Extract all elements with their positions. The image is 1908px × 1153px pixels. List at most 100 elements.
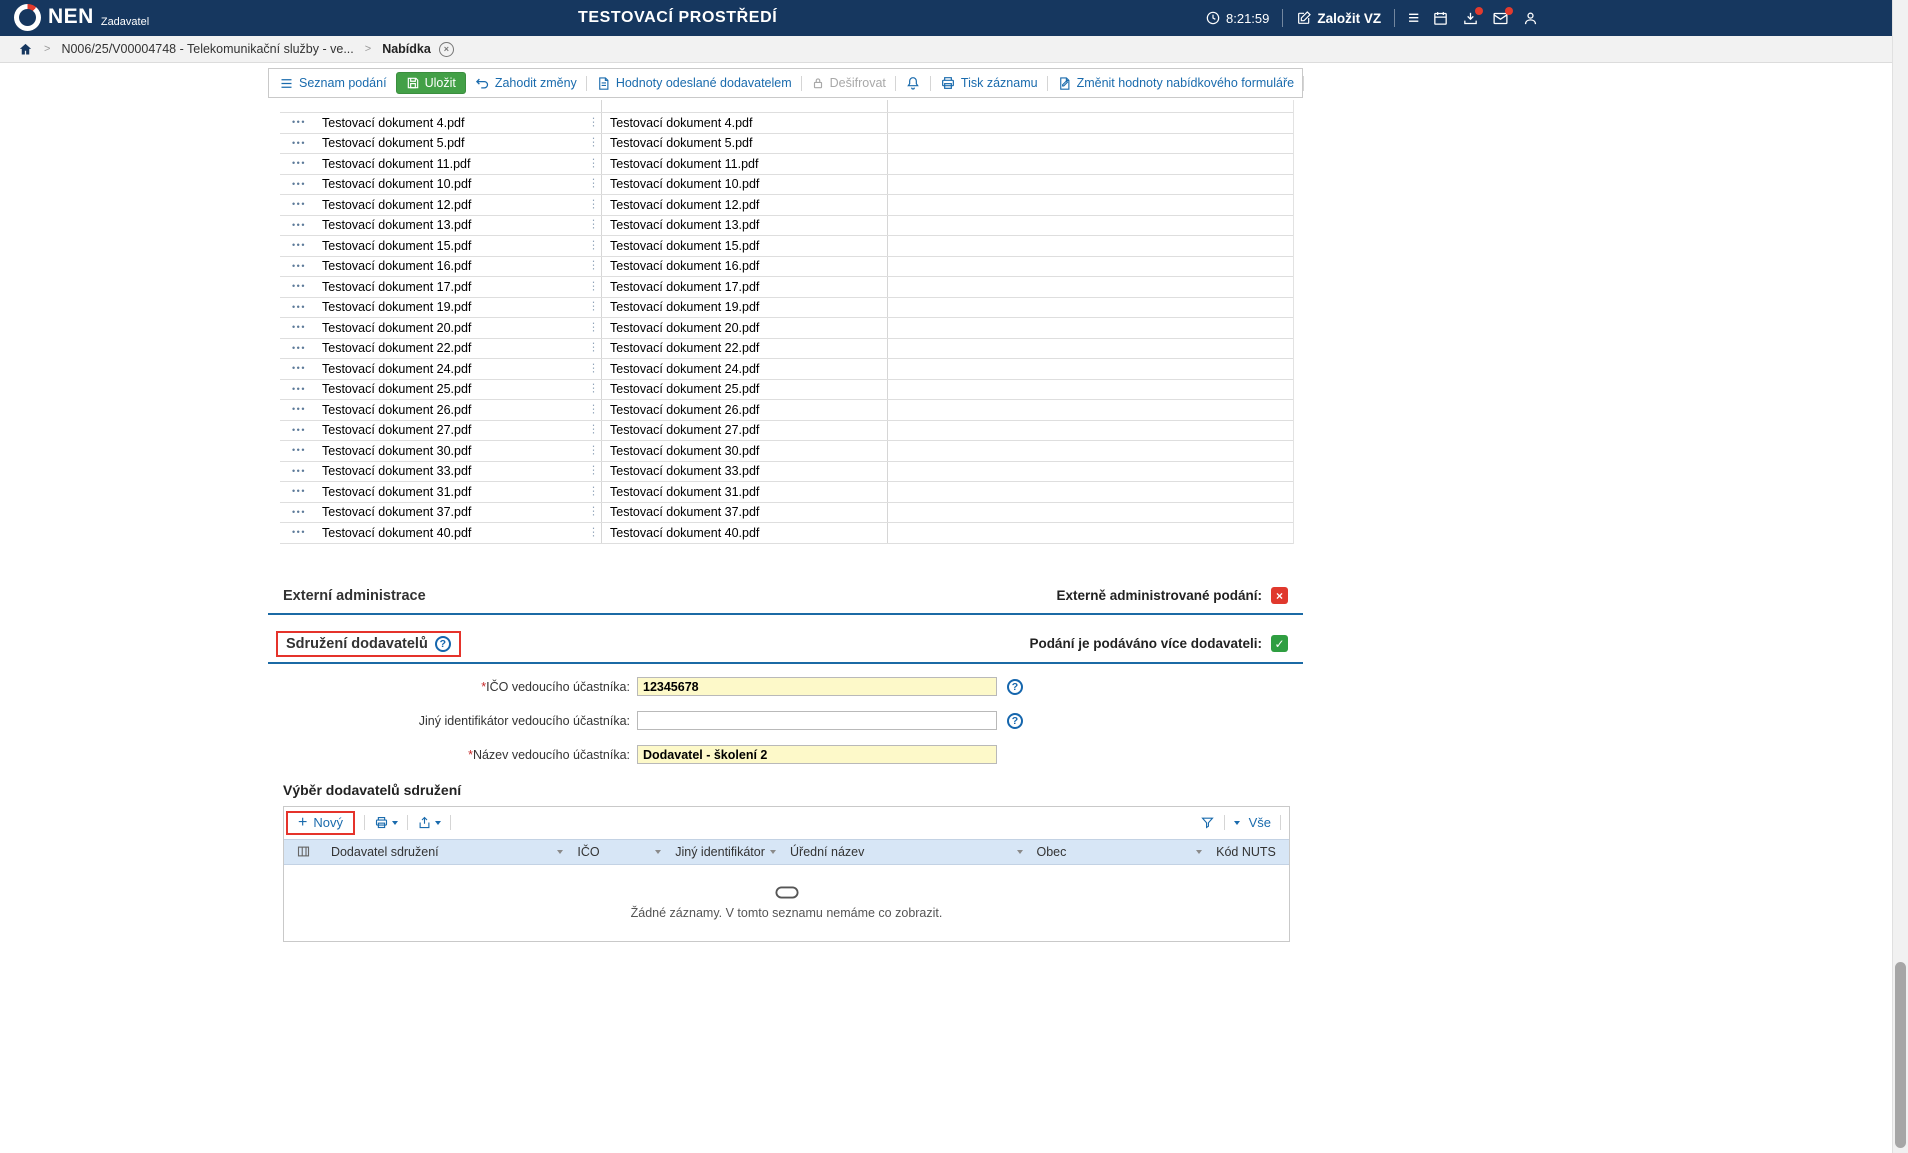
new-button[interactable]: + Nový xyxy=(288,813,353,833)
row-handle-icon[interactable]: ⋮ xyxy=(588,486,599,497)
attachment-links-icon[interactable]: ••• xyxy=(280,364,318,373)
attachment-links-icon[interactable]: ••• xyxy=(280,302,318,312)
attachment-links-icon[interactable]: ••• xyxy=(280,138,318,148)
vse-filter-button[interactable]: Vše xyxy=(1249,815,1271,830)
externe-admin-checkbox[interactable]: × xyxy=(1271,587,1288,604)
column-header-jiny-identifikator[interactable]: Jiný identifikátor xyxy=(668,840,783,864)
document-row[interactable]: ••• Testovací dokument 24.pdf ⋮ Testovac… xyxy=(280,359,1293,380)
attachment-links-icon[interactable]: ••• xyxy=(280,487,318,496)
document-row[interactable]: ••• Testovací dokument 31.pdf ⋮ Testovac… xyxy=(280,482,1293,503)
document-row[interactable]: ••• Testovací dokument 27.pdf ⋮ Testovac… xyxy=(280,420,1293,441)
row-handle-icon[interactable]: ⋮ xyxy=(588,404,599,415)
create-vz-button[interactable]: Založit VZ xyxy=(1296,10,1381,26)
row-handle-icon[interactable]: ⋮ xyxy=(588,445,599,456)
attachment-links-icon[interactable]: ••• xyxy=(280,425,318,435)
row-handle-icon[interactable]: ⋮ xyxy=(588,527,599,538)
breadcrumb-current-tab[interactable]: Nabídka xyxy=(382,42,431,56)
attachment-links-icon[interactable]: ••• xyxy=(280,179,318,189)
help-icon[interactable]: ? xyxy=(1007,712,1023,729)
row-handle-icon[interactable]: ⋮ xyxy=(588,363,599,374)
row-handle-icon[interactable]: ⋮ xyxy=(588,240,599,251)
help-icon[interactable]: ? xyxy=(434,635,451,652)
attachment-links-icon[interactable]: ••• xyxy=(280,466,318,476)
attachment-links-icon[interactable]: ••• xyxy=(280,261,318,271)
column-header-uredni-nazev[interactable]: Úřední název xyxy=(783,840,1029,864)
calendar-icon[interactable] xyxy=(1432,10,1449,27)
decrypt-button[interactable]: Dešifrovat xyxy=(811,76,886,90)
row-handle-icon[interactable]: ⋮ xyxy=(588,465,599,477)
document-row[interactable]: ••• Testovací dokument 37.pdf ⋮ Testovac… xyxy=(280,502,1293,523)
change-form-values-button[interactable]: Změnit hodnoty nabídkového formuláře xyxy=(1057,76,1294,91)
discard-changes-button[interactable]: Zahodit změny xyxy=(475,76,577,91)
column-header-dodavatel-sdruzeni[interactable]: Dodavatel sdružení xyxy=(324,840,570,864)
column-chooser-button[interactable] xyxy=(284,840,324,864)
document-row[interactable]: ••• Testovací dokument 11.pdf ⋮ Testovac… xyxy=(280,154,1293,175)
downloads-icon[interactable] xyxy=(1462,6,1484,27)
seznam-podani-button[interactable]: Seznam podání xyxy=(279,76,387,91)
ico-vedouciho-input[interactable] xyxy=(637,677,997,696)
document-row[interactable]: ••• Testovací dokument 20.pdf ⋮ Testovac… xyxy=(280,318,1293,339)
breadcrumb-contract-link[interactable]: N006/25/V00004748 - Telekomunikační služ… xyxy=(61,42,353,56)
document-row[interactable]: ••• Testovací dokument 30.pdf ⋮ Testovac… xyxy=(280,441,1293,462)
document-row[interactable]: ••• Testovací dokument 17.pdf ⋮ Testovac… xyxy=(280,277,1293,298)
save-button[interactable]: Uložit xyxy=(395,72,466,94)
print-record-button[interactable]: Tisk záznamu xyxy=(940,75,1038,91)
attachment-links-icon[interactable]: ••• xyxy=(280,241,318,250)
document-row[interactable]: ••• Testovací dokument 22.pdf ⋮ Testovac… xyxy=(280,338,1293,359)
attachment-links-icon[interactable]: ••• xyxy=(280,507,318,517)
nen-logo[interactable]: NEN Zadavatel xyxy=(14,4,149,31)
close-tab-icon[interactable]: × xyxy=(438,41,454,57)
nazev-vedouciho-input[interactable] xyxy=(637,745,997,764)
row-handle-icon[interactable]: ⋮ xyxy=(588,178,599,190)
column-header-ico[interactable]: IČO xyxy=(570,840,668,864)
attachment-links-icon[interactable]: ••• xyxy=(280,200,318,209)
document-row[interactable]: ••• Testovací dokument 16.pdf ⋮ Testovac… xyxy=(280,256,1293,277)
attachment-links-icon[interactable]: ••• xyxy=(280,118,318,127)
row-handle-icon[interactable]: ⋮ xyxy=(588,281,599,292)
document-row[interactable]: ••• Testovací dokument 4.pdf ⋮ Testovací… xyxy=(280,113,1293,134)
row-handle-icon[interactable]: ⋮ xyxy=(588,301,599,313)
row-handle-icon[interactable]: ⋮ xyxy=(588,383,599,395)
row-handle-icon[interactable]: ⋮ xyxy=(588,219,599,231)
row-handle-icon[interactable]: ⋮ xyxy=(588,199,599,210)
row-handle-icon[interactable]: ⋮ xyxy=(588,137,599,149)
home-icon[interactable] xyxy=(18,42,33,57)
attachment-links-icon[interactable]: ••• xyxy=(280,528,318,537)
notifications-bell-button[interactable] xyxy=(905,75,921,91)
attachment-links-icon[interactable]: ••• xyxy=(280,405,318,414)
attachment-links-icon[interactable]: ••• xyxy=(280,343,318,353)
row-handle-icon[interactable]: ⋮ xyxy=(588,342,599,354)
attachment-links-icon[interactable]: ••• xyxy=(280,446,318,455)
document-row[interactable]: ••• Testovací dokument 5.pdf ⋮ Testovací… xyxy=(280,133,1293,154)
document-row[interactable]: ••• Testovací dokument 15.pdf ⋮ Testovac… xyxy=(280,236,1293,257)
document-row[interactable]: ••• Testovací dokument 19.pdf ⋮ Testovac… xyxy=(280,297,1293,318)
document-row[interactable]: ••• Testovací dokument 40.pdf ⋮ Testovac… xyxy=(280,523,1293,544)
row-handle-icon[interactable]: ⋮ xyxy=(588,158,599,169)
row-handle-icon[interactable]: ⋮ xyxy=(588,260,599,272)
menu-icon[interactable]: ≡ xyxy=(1408,9,1419,28)
filter-funnel-icon[interactable] xyxy=(1200,815,1215,830)
user-profile-icon[interactable] xyxy=(1522,10,1539,27)
supplier-values-button[interactable]: Hodnoty odeslané dodavatelem xyxy=(596,76,792,91)
messages-icon[interactable] xyxy=(1492,6,1514,27)
row-handle-icon[interactable]: ⋮ xyxy=(588,506,599,518)
document-row[interactable]: ••• Testovací dokument 25.pdf ⋮ Testovac… xyxy=(280,379,1293,400)
jiny-identifikator-input[interactable] xyxy=(637,711,997,730)
attachment-links-icon[interactable]: ••• xyxy=(280,384,318,394)
document-row[interactable]: ••• Testovací dokument 13.pdf ⋮ Testovac… xyxy=(280,215,1293,236)
grid-export-button[interactable] xyxy=(417,815,441,830)
attachment-links-icon[interactable]: ••• xyxy=(280,159,318,168)
row-handle-icon[interactable]: ⋮ xyxy=(588,322,599,333)
row-handle-icon[interactable]: ⋮ xyxy=(588,424,599,436)
column-header-kod-nuts[interactable]: Kód NUTS xyxy=(1209,840,1289,864)
scrollbar-thumb[interactable] xyxy=(1895,962,1906,1148)
grid-print-button[interactable] xyxy=(374,815,398,830)
document-row[interactable]: ••• Testovací dokument 33.pdf ⋮ Testovac… xyxy=(280,461,1293,482)
attachment-links-icon[interactable]: ••• xyxy=(280,282,318,291)
column-header-obec[interactable]: Obec xyxy=(1030,840,1210,864)
document-row[interactable]: ••• Testovací dokument 26.pdf ⋮ Testovac… xyxy=(280,400,1293,421)
attachment-links-icon[interactable]: ••• xyxy=(280,220,318,230)
document-row[interactable]: ••• Testovací dokument 10.pdf ⋮ Testovac… xyxy=(280,174,1293,195)
attachment-links-icon[interactable]: ••• xyxy=(280,323,318,332)
vertical-scrollbar[interactable] xyxy=(1892,0,1908,1153)
